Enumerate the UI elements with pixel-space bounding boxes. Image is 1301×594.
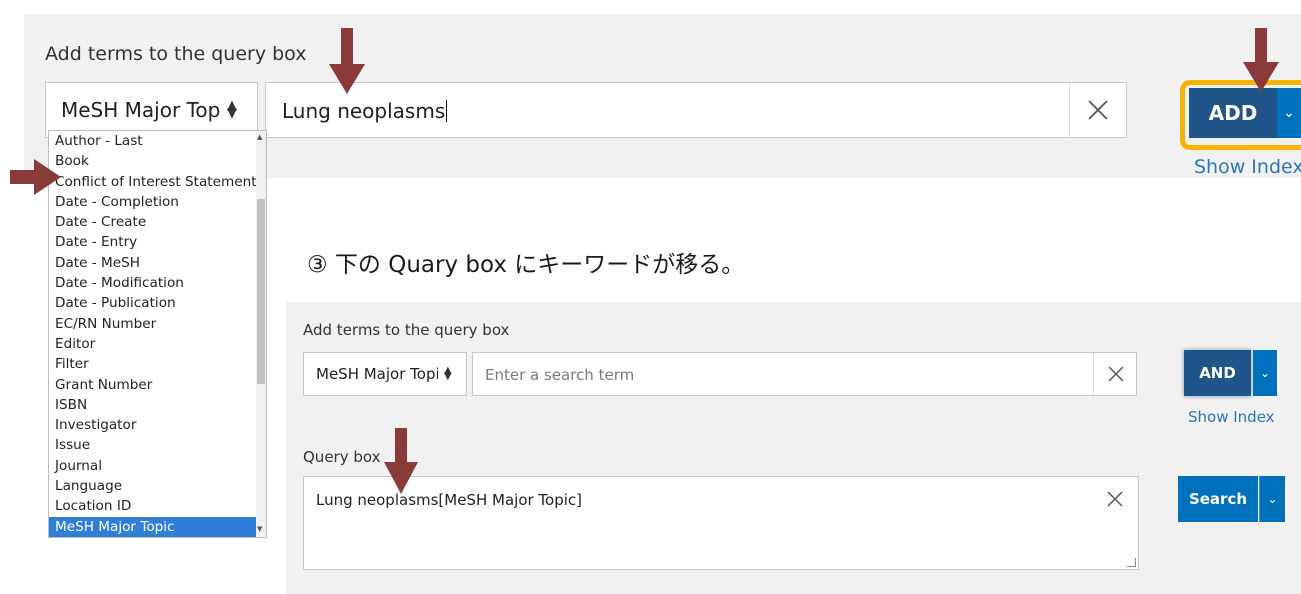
add-options-button[interactable]: ⌄: [1277, 88, 1301, 138]
field-option[interactable]: Author - Last: [49, 131, 257, 151]
chevron-down-icon: ⌄: [1259, 366, 1271, 380]
search-options-button[interactable]: ⌄: [1259, 476, 1285, 522]
close-icon: [1107, 491, 1123, 507]
field-option[interactable]: Conflict of Interest Statements: [49, 172, 264, 192]
search-button[interactable]: Search: [1178, 476, 1258, 522]
arrow-down-icon: [384, 428, 418, 494]
scroll-down-icon[interactable]: ▼: [257, 525, 262, 533]
field-option[interactable]: Date - MeSH: [49, 253, 257, 273]
clear-term-button[interactable]: [1093, 353, 1138, 395]
field-option[interactable]: Grant Number: [49, 375, 257, 395]
field-option[interactable]: Date - Modification: [49, 273, 257, 293]
chevron-down-icon: ⌄: [1267, 492, 1278, 506]
annotation-text: ③ 下の Quary box にキーワードが移る。: [307, 252, 745, 278]
field-select-value: MeSH Major Topic: [61, 98, 221, 122]
field-option[interactable]: Date - Completion: [49, 192, 257, 212]
field-option[interactable]: Date - Entry: [49, 232, 257, 252]
field-option[interactable]: Language: [49, 476, 257, 496]
field-option[interactable]: Issue: [49, 435, 257, 455]
arrow-down-icon: [1243, 28, 1279, 92]
scroll-up-icon[interactable]: ▲: [257, 133, 262, 141]
query-box-label: Query box: [303, 448, 381, 466]
close-icon: [1088, 100, 1108, 120]
builder-heading: Add terms to the query box: [45, 43, 307, 65]
field-options: Author - Last Book Conflict of Interest St…: [49, 131, 264, 537]
scrollbar-thumb[interactable]: [257, 199, 265, 384]
field-option[interactable]: Location ID: [49, 496, 257, 516]
field-select[interactable]: MeSH Major Topic ▲ ▼: [303, 352, 467, 396]
show-index-link[interactable]: Show Index: [1188, 408, 1275, 426]
arrow-right-icon: [10, 159, 61, 195]
close-icon: [1108, 366, 1124, 382]
field-option[interactable]: MeSH Major Topic: [49, 516, 257, 537]
field-option[interactable]: Book: [49, 151, 257, 171]
show-index-link[interactable]: Show Index: [1194, 156, 1301, 178]
field-option[interactable]: Date - Publication: [49, 293, 257, 313]
clear-term-button[interactable]: [1069, 83, 1126, 137]
sort-updown-icon: ▲ ▼: [444, 365, 452, 382]
search-term-input[interactable]: Lung neoplasms: [265, 82, 1127, 138]
clear-query-button[interactable]: [1093, 477, 1137, 521]
field-option[interactable]: Investigator: [49, 415, 257, 435]
search-term-input[interactable]: Enter a search term: [472, 352, 1137, 396]
field-select-value: MeSH Major Topic: [316, 365, 438, 383]
field-option[interactable]: Journal: [49, 456, 257, 476]
field-option[interactable]: Editor: [49, 334, 257, 354]
field-option[interactable]: Date - Create: [49, 212, 257, 232]
sort-updown-icon: ▲ ▼: [227, 98, 237, 121]
search-term-placeholder: Enter a search term: [485, 366, 635, 384]
and-options-button[interactable]: ⌄: [1253, 350, 1277, 396]
text-cursor: [446, 100, 448, 122]
field-dropdown-list[interactable]: Author - Last Book Conflict of Interest St…: [48, 130, 267, 538]
dropdown-scrollbar[interactable]: ▲ ▼: [256, 131, 266, 537]
chevron-down-icon: ⌄: [1283, 105, 1295, 121]
query-box-textarea[interactable]: Lung neoplasms[MeSH Major Topic]: [303, 476, 1139, 570]
and-button[interactable]: AND: [1184, 350, 1251, 396]
field-option[interactable]: Filter: [49, 354, 257, 374]
resize-handle[interactable]: [1127, 558, 1136, 567]
arrow-down-icon: [329, 28, 365, 94]
builder-heading: Add terms to the query box: [303, 321, 510, 339]
add-button[interactable]: ADD: [1189, 88, 1277, 138]
query-box-value: Lung neoplasms[MeSH Major Topic]: [316, 491, 583, 509]
search-term-value: Lung neoplasms: [282, 99, 446, 123]
field-option[interactable]: EC/RN Number: [49, 314, 257, 334]
field-option[interactable]: ISBN: [49, 395, 257, 415]
